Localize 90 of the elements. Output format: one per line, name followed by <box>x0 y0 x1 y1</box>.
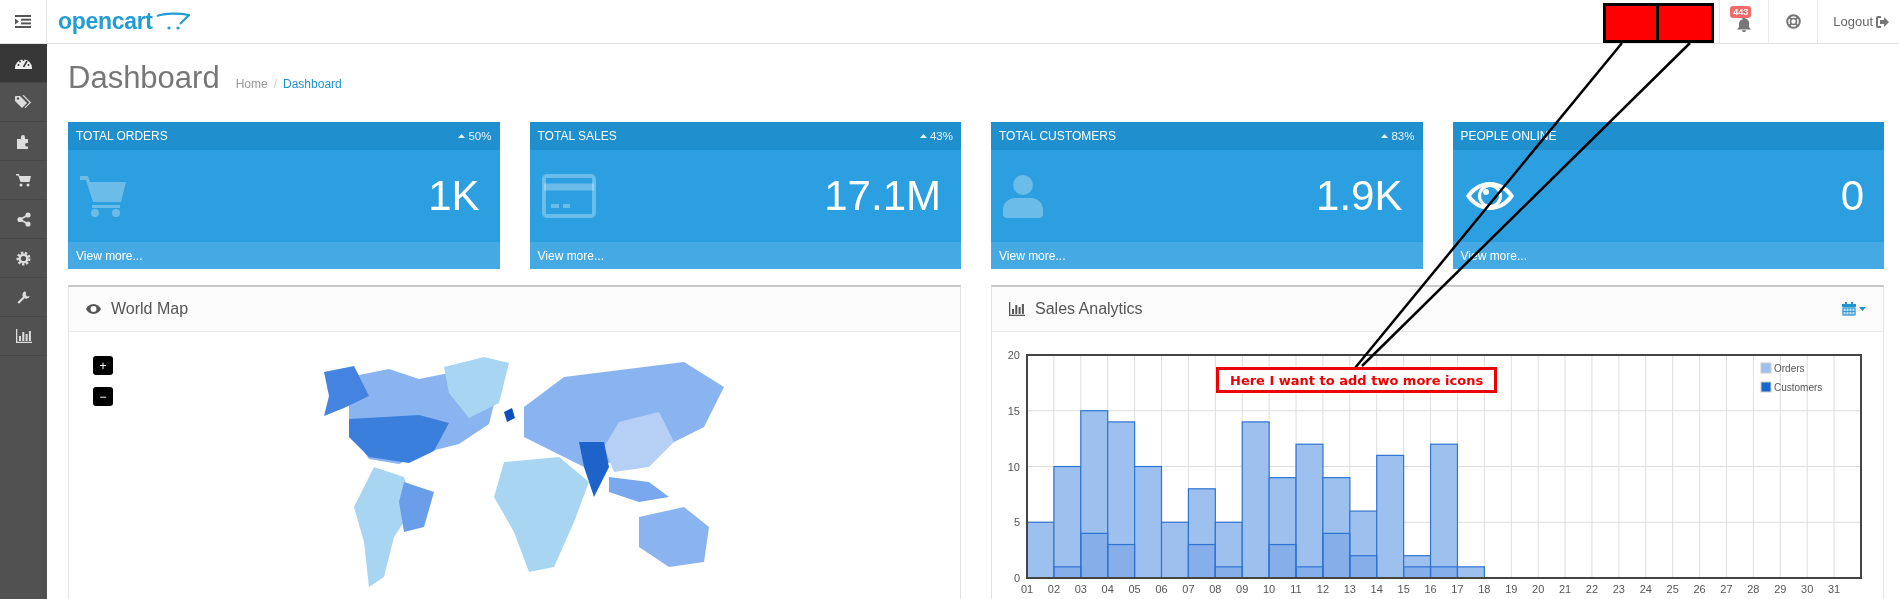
caret-up-icon <box>919 134 927 138</box>
axis-label: 15 <box>1397 583 1410 595</box>
menu-icon <box>15 15 31 28</box>
axis-label: 01 <box>1020 583 1034 595</box>
bar-chart-icon <box>1009 302 1025 316</box>
axis-label: 30 <box>1801 583 1814 595</box>
caret-up-icon <box>458 134 466 138</box>
axis-label: 22 <box>1585 583 1599 595</box>
notification-badge: 443 <box>1730 6 1752 18</box>
cart-icon <box>16 173 31 187</box>
tile-value: 1.9K <box>1316 172 1403 220</box>
axis-label: 25 <box>1666 583 1679 595</box>
tile-title: TOTAL CUSTOMERS <box>999 129 1116 143</box>
cart-icon <box>155 11 190 32</box>
axis-label: 14 <box>1370 583 1383 595</box>
axis-label: 10 <box>1007 460 1020 473</box>
wrench-icon <box>16 289 31 305</box>
breadcrumb-link[interactable]: Dashboard <box>283 77 342 91</box>
legend-label: Customers <box>1774 382 1823 393</box>
tile-value: 17.1M <box>824 172 941 220</box>
axis-label: 05 <box>1128 583 1141 595</box>
dashboard-icon <box>15 57 32 69</box>
axis-label: 09 <box>1236 583 1249 595</box>
change-percent: 43% <box>929 130 953 142</box>
axis-label: 23 <box>1612 583 1625 595</box>
view-more-link[interactable]: View more... <box>999 248 1066 263</box>
axis-label: 12 <box>1316 583 1330 595</box>
legend-swatch <box>1760 381 1772 393</box>
view-more-link[interactable]: View more... <box>76 248 143 263</box>
calendar-button[interactable] <box>1840 300 1868 318</box>
legend-swatch <box>1760 362 1772 374</box>
zoom-in-button[interactable]: + <box>93 356 113 375</box>
legend-label: Orders <box>1774 363 1805 374</box>
eye-icon <box>1464 180 1515 212</box>
settings-icon <box>16 250 31 266</box>
cart-icon <box>80 174 126 218</box>
axis-label: 16 <box>1424 583 1437 595</box>
axis-label: 20 <box>1532 583 1545 595</box>
tile-value: 0 <box>1840 172 1864 220</box>
change-percent: 83% <box>1391 130 1415 142</box>
axis-label: 18 <box>1478 583 1491 595</box>
axis-label: 15 <box>1007 404 1020 417</box>
axis-label: 04 <box>1101 583 1114 595</box>
credit-card-icon <box>541 174 596 218</box>
caret-icon <box>1859 307 1866 311</box>
axis-label: 27 <box>1720 583 1733 595</box>
axis-label: 07 <box>1182 583 1195 595</box>
user-icon <box>1003 174 1043 218</box>
change-percent: 50% <box>468 130 492 142</box>
axis-label: 13 <box>1343 583 1356 595</box>
view-more-link[interactable]: View more... <box>537 248 604 263</box>
sign-out-icon <box>1876 15 1889 28</box>
axis-label: 03 <box>1074 583 1087 595</box>
sidebar-item[interactable] <box>0 44 47 83</box>
axis-label: 28 <box>1747 583 1760 595</box>
axis-label: 31 <box>1827 583 1841 595</box>
axis-label: 29 <box>1774 583 1787 595</box>
panel-title: Sales Analytics <box>1035 300 1144 318</box>
page-title: Dashboard <box>68 60 220 96</box>
tile-title: TOTAL SALES <box>537 129 617 143</box>
panel-title: World Map <box>111 300 190 318</box>
axis-label: 26 <box>1693 583 1706 595</box>
life-ring-icon <box>1785 14 1801 29</box>
axis-label: 17 <box>1451 583 1464 595</box>
axis-label: 21 <box>1558 583 1572 595</box>
logo[interactable]: opencart <box>58 0 190 43</box>
axis-label: 06 <box>1155 583 1168 595</box>
axis-label: 24 <box>1639 583 1652 595</box>
breadcrumb-separator: / <box>273 77 277 91</box>
caret-up-icon <box>1381 134 1389 138</box>
axis-label: 02 <box>1047 583 1061 595</box>
bell-icon <box>1737 17 1752 32</box>
annotation-label: Here I want to add two more icons <box>1216 367 1498 393</box>
axis-label: 08 <box>1209 583 1222 595</box>
tile-value: 1K <box>428 172 480 220</box>
axis-label: 0 <box>1013 572 1020 584</box>
bar-chart-icon <box>15 329 32 343</box>
axis-label: 10 <box>1263 583 1276 595</box>
breadcrumb-link[interactable]: Home <box>235 77 268 91</box>
share-icon <box>16 211 31 227</box>
eye-icon <box>86 304 101 314</box>
axis-label: 5 <box>1013 516 1020 529</box>
zoom-out-button[interactable]: − <box>93 387 113 406</box>
tile-title: TOTAL ORDERS <box>76 129 168 143</box>
puzzle-icon <box>16 133 31 149</box>
axis-label: 19 <box>1505 583 1518 595</box>
axis-label: 11 <box>1290 583 1302 595</box>
tag-icon <box>15 94 32 110</box>
calendar-icon <box>1842 302 1856 316</box>
axis-label: 20 <box>1007 349 1020 361</box>
